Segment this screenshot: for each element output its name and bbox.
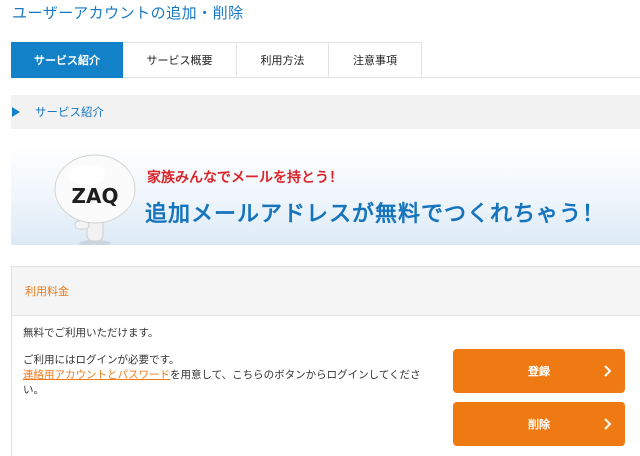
contact-account-link[interactable]: 連絡用アカウントとパスワード	[23, 369, 170, 381]
register-button-label: 登録	[528, 365, 550, 378]
tab-usage[interactable]: 利用方法	[237, 42, 329, 78]
chevron-right-icon	[604, 365, 612, 377]
login-instructions: ご利用にはログインが必要です。 連絡用アカウントとパスワードを用意して、こちらの…	[23, 353, 433, 398]
delete-button[interactable]: 削除	[453, 402, 625, 446]
login-required-text: ご利用にはログインが必要です。	[23, 354, 180, 366]
page-title: ユーザーアカウントの追加・削除	[12, 4, 244, 22]
fee-title: 利用料金	[25, 285, 69, 298]
fee-panel: 利用料金 無料でご利用いただけます。 ご利用にはログインが必要です。 連絡用アカ…	[11, 266, 640, 456]
tab-notes[interactable]: 注意事項	[329, 42, 422, 78]
tab-bar: サービス紹介 サービス概要 利用方法 注意事項	[11, 42, 640, 78]
register-button[interactable]: 登録	[453, 349, 625, 393]
tab-service-overview[interactable]: サービス概要	[123, 42, 237, 78]
free-text: 無料でご利用いただけます。	[23, 327, 159, 339]
banner-headline: 追加メールアドレスが無料でつくれちゃう！	[145, 202, 606, 227]
play-triangle-icon	[12, 107, 20, 117]
promo-banner: ZAQ 家族みんなでメールを持とう！ 追加メールアドレスが無料でつくれちゃう！	[11, 145, 640, 245]
tab-bar-filler	[422, 42, 640, 78]
chevron-right-icon	[604, 418, 612, 430]
zaq-logo-text: ZAQ	[72, 184, 119, 208]
delete-button-label: 削除	[528, 418, 550, 431]
banner-subtitle: 家族みんなでメールを持とう！	[147, 170, 343, 186]
section-header: サービス紹介	[11, 95, 640, 129]
section-title: サービス紹介	[35, 105, 104, 119]
zaq-mascot-logo: ZAQ	[54, 154, 136, 245]
tab-service-intro[interactable]: サービス紹介	[11, 42, 123, 78]
fee-panel-header: 利用料金	[12, 267, 640, 316]
